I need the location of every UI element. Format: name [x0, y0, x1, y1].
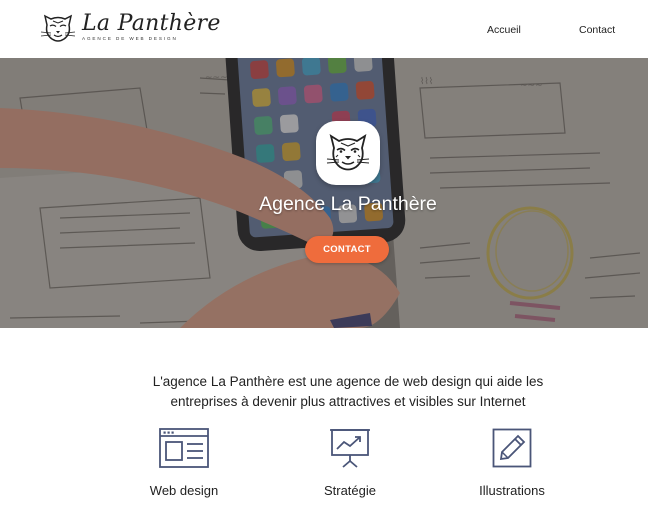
nav-item-accueil[interactable]: Accueil	[487, 24, 521, 36]
intro-line-2: entreprises à devenir plus attractives e…	[170, 394, 526, 409]
contact-button[interactable]: CONTACT	[305, 236, 389, 263]
hero-title: Agence La Panthère	[259, 193, 437, 215]
site-header: La Panthère AGENCE DE WEB DESIGN Accueil…	[0, 0, 648, 58]
service-illustrations: Illustrations	[452, 428, 572, 498]
service-web-design: Web design	[124, 428, 244, 498]
brand-subtitle: AGENCE DE WEB DESIGN	[82, 36, 178, 41]
service-label-web-design: Web design	[149, 483, 219, 498]
browser-window-icon	[159, 428, 209, 468]
service-label-illustrations: Illustrations	[479, 483, 545, 498]
brand-title: La Panthère	[82, 11, 221, 36]
service-label-strategie: Stratégie	[323, 483, 377, 498]
brand-logo[interactable]: La Panthère AGENCE DE WEB DESIGN	[40, 10, 220, 48]
intro-text: L'agence La Panthère est une agence de w…	[0, 372, 648, 412]
service-strategie: Stratégie	[290, 428, 410, 498]
presentation-chart-icon	[330, 429, 370, 468]
panther-face-icon	[326, 134, 370, 171]
pencil-icon	[492, 428, 532, 468]
nav-item-contact[interactable]: Contact	[579, 24, 615, 36]
panther-logo-icon	[40, 14, 76, 42]
hero-banner: ~~~ ⌇⌇⌇ ~~~ Agence La Panthère CONTACT	[0, 58, 648, 328]
intro-line-1: L'agence La Panthère est une agence de w…	[152, 374, 544, 389]
hero-logo-badge	[316, 121, 380, 185]
